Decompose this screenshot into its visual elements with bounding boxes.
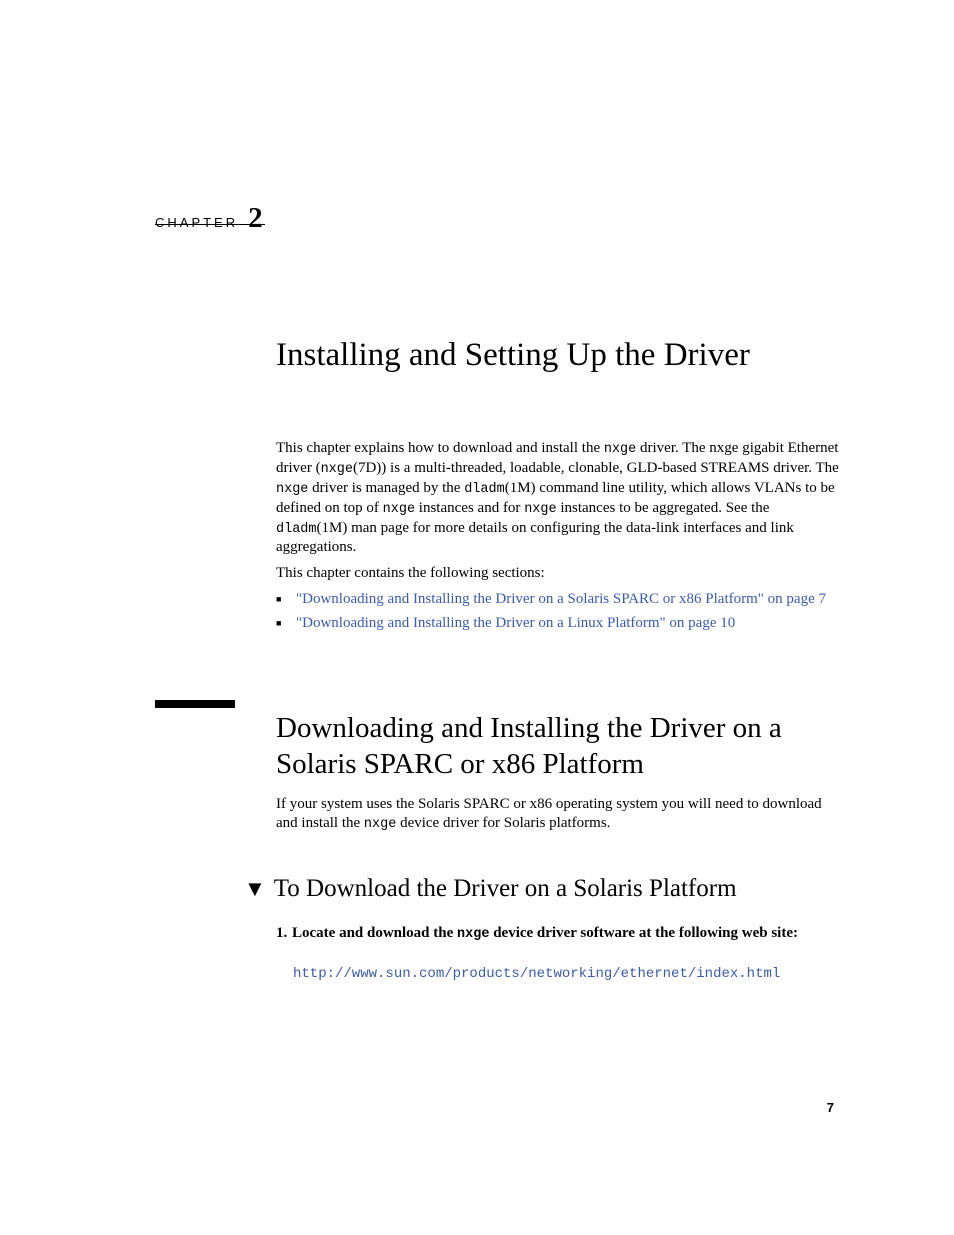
list-item: "Downloading and Installing the Driver o… xyxy=(276,590,841,610)
subsection-title: To Download the Driver on a Solaris Plat… xyxy=(274,875,737,903)
toc-link-linux[interactable]: "Downloading and Installing the Driver o… xyxy=(296,615,735,631)
code-dladm: dladm xyxy=(276,522,317,537)
text: driver is managed by the xyxy=(308,480,464,496)
code-nxge: nxge xyxy=(604,442,636,457)
code-nxge: nxge xyxy=(364,817,396,832)
url-link[interactable]: http://www.sun.com/products/networking/e… xyxy=(293,966,780,982)
subsection-header: ▼ To Download the Driver on a Solaris Pl… xyxy=(244,875,737,903)
step-number: 1. xyxy=(276,925,292,942)
toc-link-solaris[interactable]: "Downloading and Installing the Driver o… xyxy=(296,591,826,607)
section-title: Downloading and Installing the Driver on… xyxy=(276,710,846,783)
code-nxge: nxge xyxy=(276,482,308,497)
text: device driver for Solaris platforms. xyxy=(396,815,610,831)
text: instances and for xyxy=(415,500,524,516)
step-text: Locate and download the nxge device driv… xyxy=(292,925,798,941)
list-item: "Downloading and Installing the Driver o… xyxy=(276,614,841,634)
text: device driver software at the following … xyxy=(489,925,798,941)
toc-list: "Downloading and Installing the Driver o… xyxy=(276,590,841,637)
text: Locate and download the xyxy=(292,925,457,941)
step-item: 1.Locate and download the nxge device dr… xyxy=(276,924,841,944)
page-number: 7 xyxy=(827,1100,834,1115)
page-title: Installing and Setting Up the Driver xyxy=(276,337,750,374)
text: instances to be aggregated. See the xyxy=(557,500,770,516)
text: (1M) man page for more details on config… xyxy=(276,520,794,556)
chapter-label: CHAPTER 2 xyxy=(155,202,263,235)
chapter-word: CHAPTER xyxy=(155,215,238,230)
code-dladm: dladm xyxy=(464,482,505,497)
intro-paragraph: This chapter explains how to download an… xyxy=(276,439,841,557)
section-paragraph: If your system uses the Solaris SPARC or… xyxy=(276,795,841,834)
text: (7D)) is a multi-threaded, loadable, clo… xyxy=(353,460,839,476)
text: This chapter explains how to download an… xyxy=(276,440,604,456)
chapter-number: 2 xyxy=(248,202,263,235)
code-nxge: nxge xyxy=(321,462,353,477)
sections-intro: This chapter contains the following sect… xyxy=(276,565,841,582)
section-marker xyxy=(155,700,235,708)
code-nxge: nxge xyxy=(457,927,489,942)
step-list: 1.Locate and download the nxge device dr… xyxy=(276,924,841,944)
chapter-underline xyxy=(155,224,265,225)
code-nxge: nxge xyxy=(383,502,415,517)
code-nxge: nxge xyxy=(524,502,556,517)
triangle-down-icon: ▼ xyxy=(244,878,266,900)
